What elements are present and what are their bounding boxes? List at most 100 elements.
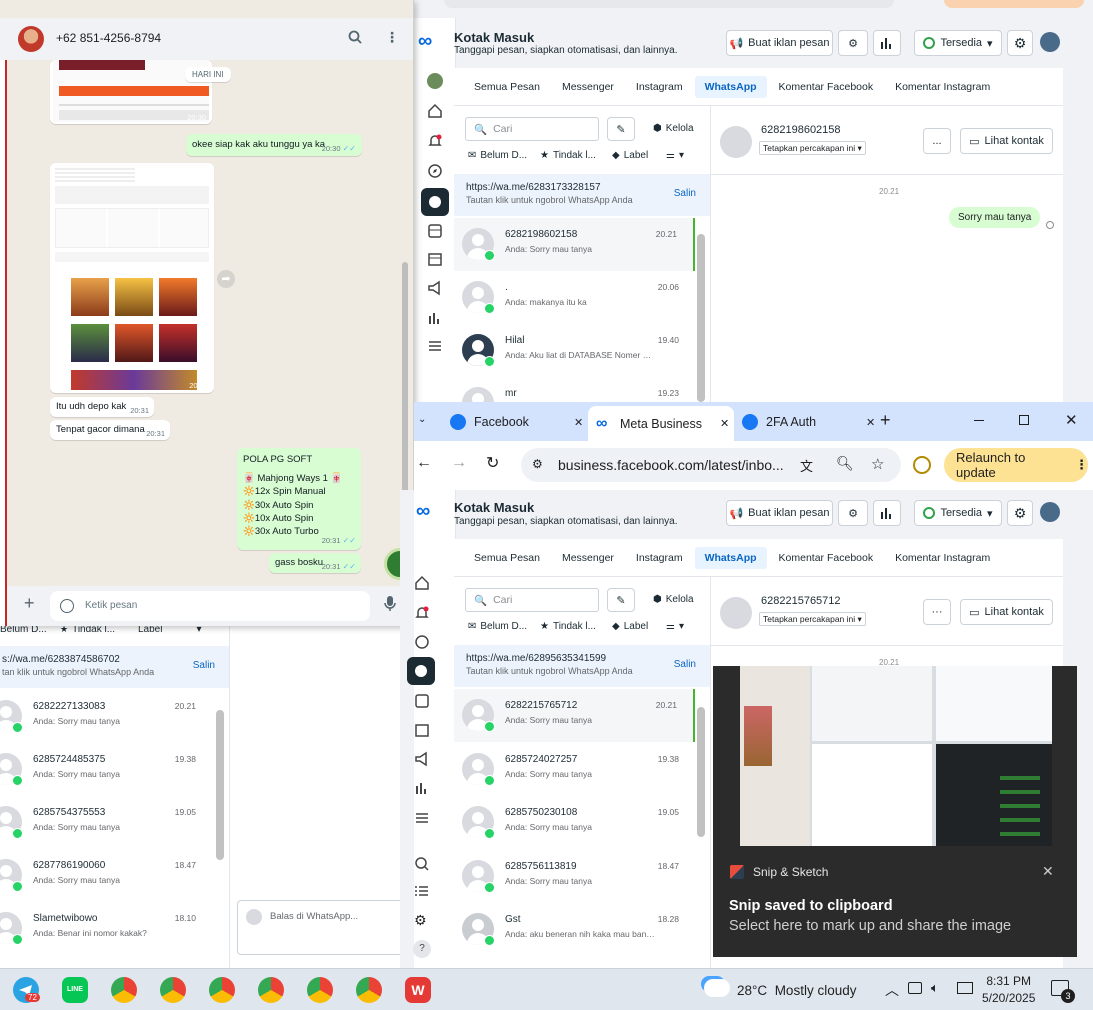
compose-button[interactable]: ✎: [607, 588, 635, 612]
conversation-item[interactable]: 6285756113819 Anda: Sorry mau tanya 18.47: [454, 850, 695, 903]
profile-avatar[interactable]: [1040, 32, 1060, 52]
close-tab-icon[interactable]: ✕: [720, 417, 729, 430]
compass-icon[interactable]: [414, 634, 430, 650]
close-window-button[interactable]: ✕: [1065, 411, 1078, 429]
chrome-profile-1-icon[interactable]: [111, 977, 137, 1003]
wa-link-url[interactable]: https://wa.me/6283173328157: [466, 182, 698, 193]
menu-icon[interactable]: ⋮: [385, 30, 399, 44]
tab-messenger[interactable]: Messenger: [552, 547, 624, 569]
network-icon[interactable]: [957, 982, 973, 994]
content-icon[interactable]: [427, 223, 443, 239]
chrome-profile-3-icon[interactable]: [209, 977, 235, 1003]
assign-dropdown[interactable]: Tetapkan percakapan ini ▾: [759, 141, 866, 155]
notifications-icon[interactable]: [427, 133, 443, 149]
conversation-item[interactable]: 6287786190060 Anda: Sorry mau tanya 18.47: [0, 849, 212, 902]
conversation-item[interactable]: mr 19.23: [454, 377, 695, 402]
snip-notification[interactable]: Snip & Sketch ✕ Snip saved to clipboard …: [713, 666, 1077, 957]
compass-icon[interactable]: [427, 163, 443, 179]
tab-semua-pesan[interactable]: Semua Pesan: [464, 76, 550, 98]
insights-icon[interactable]: [427, 310, 443, 326]
conversation-item[interactable]: Gst Anda: aku beneran nih kaka mau bantui…: [454, 903, 695, 956]
filter-label[interactable]: ◆ Label: [612, 150, 648, 161]
contact-phone[interactable]: +62 851-4256-8794: [56, 31, 161, 45]
tab-komentar-facebook[interactable]: Komentar Facebook: [769, 547, 884, 569]
filter-unread[interactable]: ✉ Belum D...: [468, 621, 527, 632]
integrations-button[interactable]: ⚙: [838, 500, 868, 526]
content-icon[interactable]: [414, 693, 430, 709]
tab-search-button[interactable]: ⌄: [418, 414, 426, 425]
view-contact-button[interactable]: ▭ Lihat kontak: [960, 128, 1053, 154]
emoji-icon[interactable]: [60, 599, 74, 613]
meta-logo[interactable]: ∞: [418, 30, 432, 53]
manage-button[interactable]: ⬢ Kelola: [653, 123, 694, 134]
wa-link-url[interactable]: https://wa.me/62895635341599: [466, 653, 698, 664]
assign-dropdown[interactable]: Tetapkan percakapan ini ▾: [759, 612, 866, 626]
weather-cloud-icon[interactable]: [704, 979, 730, 997]
filter-sort[interactable]: ⚌ ▾: [666, 621, 684, 632]
copy-link-button[interactable]: Salin: [674, 659, 696, 670]
reply-box[interactable]: Balas di WhatsApp...: [237, 900, 407, 955]
calendar-icon[interactable]: [427, 251, 443, 267]
image-message[interactable]: 20:30: [50, 163, 214, 393]
filter-label[interactable]: ◆ Label: [612, 621, 648, 632]
profile-icon[interactable]: [913, 456, 931, 474]
new-tab-button[interactable]: +: [880, 410, 891, 431]
tab-komentar-instagram[interactable]: Komentar Instagram: [885, 547, 1000, 569]
close-tab-icon[interactable]: ✕: [574, 416, 583, 429]
filter-follow-up[interactable]: ★ Tindak l...: [540, 150, 596, 161]
tab-komentar-instagram[interactable]: Komentar Instagram: [885, 76, 1000, 98]
search-input[interactable]: 🔍 Cari: [465, 588, 599, 612]
minimize-button[interactable]: [974, 420, 984, 421]
tab-whatsapp[interactable]: WhatsApp: [694, 546, 767, 569]
account-avatar-icon[interactable]: [427, 73, 443, 89]
notifications-icon[interactable]: [414, 605, 430, 621]
filter-sort[interactable]: ⚌ ▾: [666, 150, 684, 161]
back-button[interactable]: ←: [416, 454, 432, 472]
conversation-item[interactable]: 6282198602158 Anda: Sorry mau tanya 20.21: [454, 218, 695, 271]
availability-dropdown[interactable]: Tersedia ▾: [914, 500, 1002, 526]
browser-tab[interactable]: Facebook ✕: [442, 408, 588, 436]
tab-instagram[interactable]: Instagram: [626, 76, 693, 98]
chrome-profile-5-icon[interactable]: [307, 977, 333, 1003]
scrollbar[interactable]: [216, 710, 224, 860]
address-bar[interactable]: ⚙ business.facebook.com/latest/inbo... 文…: [521, 448, 901, 482]
settings-button[interactable]: ⚙: [1007, 30, 1033, 56]
conversation-item[interactable]: 6282227133083 Anda: Sorry mau tanya 20.21: [0, 690, 212, 743]
forward-icon[interactable]: ➦: [217, 270, 235, 288]
conversation-item[interactable]: . Anda: makanya itu ka 20.06: [454, 271, 695, 324]
microphone-icon[interactable]: [384, 596, 396, 612]
search-icon[interactable]: [414, 856, 430, 872]
conversation-item[interactable]: 6285724027257 Anda: Sorry mau tanya 19.38: [454, 743, 695, 796]
home-icon[interactable]: [414, 575, 430, 591]
copy-link-button[interactable]: Salin: [193, 660, 215, 671]
close-icon[interactable]: ✕: [1042, 863, 1054, 880]
insights-button[interactable]: [873, 30, 901, 56]
search-icon[interactable]: [348, 30, 362, 44]
browser-tab[interactable]: ∞ Meta Business ✕: [588, 406, 734, 441]
inbox-icon[interactable]: [407, 657, 435, 685]
menu-icon[interactable]: [427, 338, 443, 354]
maximize-button[interactable]: [1019, 415, 1029, 425]
copy-link-button[interactable]: Salin: [674, 188, 696, 199]
menu-icon[interactable]: [414, 810, 430, 826]
compose-button[interactable]: ✎: [607, 117, 635, 141]
insights-icon[interactable]: [414, 780, 430, 796]
filter-follow-up[interactable]: ★ Tindak l...: [540, 621, 596, 632]
tab-messenger[interactable]: Messenger: [552, 76, 624, 98]
filter-unread[interactable]: ✉ Belum D...: [468, 150, 527, 161]
conversation-item[interactable]: 6285724485375 Anda: Sorry mau tanya 19.38: [0, 743, 212, 796]
conversation-item[interactable]: 6282215765712 Anda: Sorry mau tanya 20.21: [454, 689, 695, 742]
weather-text[interactable]: 28°C Mostly cloudy: [737, 983, 856, 998]
volume-icon[interactable]: 🔈︎: [931, 980, 939, 996]
ads-icon[interactable]: [414, 751, 430, 767]
home-icon[interactable]: [427, 103, 443, 119]
zoom-icon[interactable]: 🔍︎: [836, 455, 854, 472]
inbox-icon[interactable]: [421, 188, 449, 216]
availability-dropdown[interactable]: Tersedia ▾: [914, 30, 1002, 56]
more-options-button[interactable]: ···: [923, 599, 951, 625]
calendar-icon[interactable]: [414, 722, 430, 738]
tab-whatsapp[interactable]: WhatsApp: [694, 75, 767, 98]
reload-button[interactable]: ↻: [486, 453, 499, 473]
chrome-profile-6-icon[interactable]: [356, 977, 382, 1003]
list-icon[interactable]: [414, 883, 430, 899]
